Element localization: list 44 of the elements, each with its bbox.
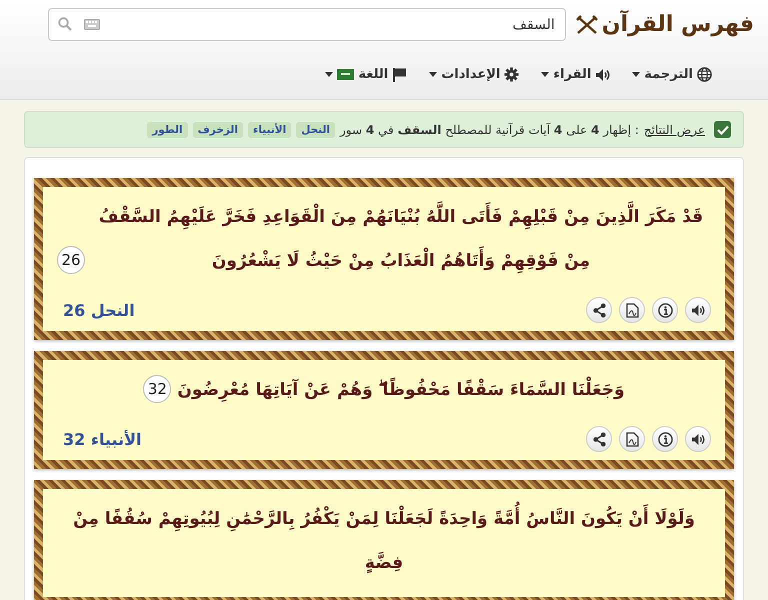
info-icon — [658, 302, 672, 318]
surah-tag[interactable]: الأنبياء — [248, 122, 292, 138]
info-icon — [658, 432, 672, 446]
share-icon — [592, 302, 606, 318]
site-logo[interactable]: فهرس القرآن — [602, 12, 754, 37]
speaker-icon — [595, 68, 610, 82]
share-button[interactable] — [586, 297, 612, 323]
surah-tag[interactable]: الزخرف — [192, 122, 243, 138]
verse-text: وَجَعَلْنَا السَّمَاءَ سَقْفًا مَحْفُوظًا ۖ وَهُمْ عَنْ آيَاتِهَا مُعْرِضُونَ — [177, 364, 625, 416]
pdf-button[interactable] — [619, 426, 645, 452]
menu-dropdown[interactable]: الإعدادات — [427, 65, 522, 84]
pdf-icon — [626, 302, 638, 318]
surah-tag[interactable]: النحل — [296, 122, 335, 138]
country-flag-icon — [337, 69, 354, 80]
globe-icon — [697, 67, 712, 82]
audio-button[interactable] — [685, 297, 711, 323]
verse-text: وَلَوْلَا أَنْ يَكُونَ النَّاسُ أُمَّةً وَاحِدَةً لَجَعَلْنَا لِمَنْ يَكْفُرُ بِالرَّحْمَٰنِ لِبُيُوتِهِمْ سُقُفًا مِنْ فِضَّةٍ — [57, 493, 711, 589]
info-button[interactable] — [652, 426, 678, 452]
share-icon — [592, 432, 606, 446]
verse-reference-link[interactable]: الأنبياء 32 — [63, 430, 142, 448]
pdf-icon — [626, 432, 638, 446]
caret-icon — [632, 72, 640, 77]
pdf-button[interactable] — [619, 297, 645, 323]
verse-number: 26 — [57, 246, 85, 274]
crossed-swords-icon — [576, 14, 598, 34]
info-button[interactable] — [652, 297, 678, 323]
checkbox[interactable] — [714, 121, 731, 138]
share-button[interactable] — [586, 426, 612, 452]
menu-dropdown[interactable]: اللغة — [323, 65, 410, 84]
caret-icon — [541, 72, 550, 77]
speaker-icon — [691, 432, 705, 446]
verse-reference-link[interactable]: النحل 26 — [63, 300, 135, 320]
caret-icon — [429, 72, 438, 77]
gear-icon — [504, 67, 520, 82]
audio-button[interactable] — [685, 426, 711, 452]
menu-dropdown[interactable]: القراء — [539, 65, 612, 84]
surah-tag[interactable]: الطور — [147, 122, 188, 138]
speaker-icon — [691, 304, 705, 316]
verse-text: قَدْ مَكَرَ الَّذِينَ مِنْ قَبْلِهِمْ فَأَتَى اللَّهُ بُنْيَانَهُمْ مِنَ الْقَوَاعِدِ فَخَرَّ عَلَيْهِمُ السَّقْفُ مِنْ فَوْقِهِمْ وَأَتَاهُمُ الْعَذَابُ مِنْ حَيْثُ لَا يَشْعُرُونَ — [91, 191, 711, 287]
caret-icon — [325, 72, 334, 77]
flag-icon — [392, 67, 408, 82]
show-results-link[interactable]: عرض النتائج — [644, 122, 705, 136]
verse-number: 32 — [143, 375, 172, 403]
menu-dropdown[interactable]: الترجمة — [630, 65, 714, 84]
